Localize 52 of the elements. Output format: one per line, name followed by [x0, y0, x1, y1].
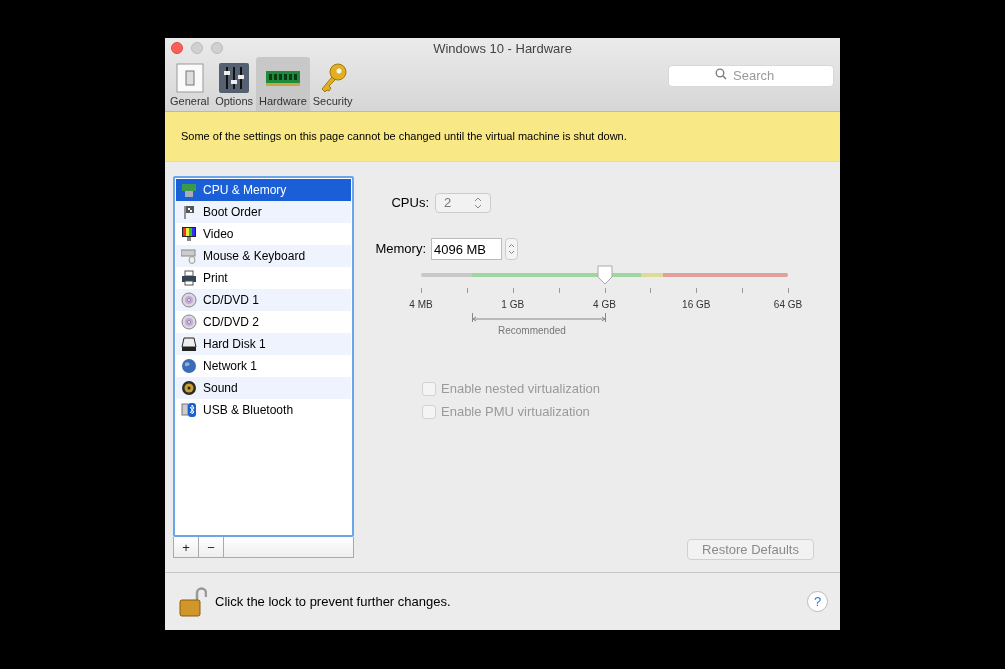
- speaker-icon: [181, 380, 197, 396]
- recommended-label: Recommended: [498, 324, 566, 338]
- flag-icon: [181, 204, 197, 220]
- toolbar-tab[interactable]: General: [167, 57, 213, 111]
- memory-slider[interactable]: [421, 265, 788, 285]
- toolbar-tab[interactable]: Security: [309, 57, 356, 111]
- device-list-item[interactable]: CPU & Memory: [176, 179, 351, 201]
- tick-label: 16 GB: [682, 298, 711, 312]
- disc-icon: [181, 314, 197, 330]
- search-icon: [715, 68, 727, 80]
- close-button[interactable]: [171, 42, 183, 54]
- window-title: Windows 10 - Hardware: [433, 40, 572, 58]
- tick-label: 1 GB: [501, 298, 525, 312]
- checkbox-label: Enable nested virtualization: [441, 380, 600, 399]
- memory-chip-icon: [181, 182, 197, 198]
- notice-text: Some of the settings on this page cannot be changed until the virtual machine is shut down.: [181, 129, 627, 145]
- tick-label: 4 MB: [409, 298, 433, 312]
- lock-message: Click the lock to prevent further changes.: [215, 592, 451, 611]
- zoom-button[interactable]: [211, 42, 223, 54]
- globe-icon: [181, 358, 197, 374]
- hard-disk-icon: [181, 336, 197, 352]
- memory-chip-icon: [265, 70, 300, 86]
- slider-thumb[interactable]: [595, 265, 614, 285]
- device-list-item[interactable]: Mouse & Keyboard: [176, 245, 351, 267]
- toolbar-tab[interactable]: Options: [212, 57, 257, 111]
- sliders-icon: [219, 63, 250, 93]
- device-list-item[interactable]: CD/DVD 1: [176, 289, 351, 311]
- device-list-item[interactable]: Hard Disk 1: [176, 333, 351, 355]
- tick-label: 4 GB: [593, 298, 616, 312]
- stepper-chevrons-icon: [474, 197, 482, 209]
- tick-label: 64 GB: [773, 298, 803, 312]
- disc-icon: [181, 292, 197, 308]
- unlocked-padlock-icon: [179, 586, 207, 617]
- toolbar-tab[interactable]: Hardware: [256, 57, 310, 111]
- switch-icon: [174, 63, 205, 93]
- stepper-chevrons-icon: [508, 243, 515, 255]
- usb-bluetooth-icon: [181, 402, 197, 418]
- checkbox-label: Enable PMU virtualization: [441, 403, 590, 422]
- memory-label: Memory:: [374, 240, 427, 259]
- search-field[interactable]: Search: [668, 64, 834, 87]
- device-list-item[interactable]: Sound: [176, 377, 351, 399]
- minimize-button[interactable]: [191, 42, 203, 54]
- remove-button[interactable]: −: [199, 537, 224, 557]
- memory-stepper[interactable]: [505, 238, 518, 260]
- help-button[interactable]: ?: [807, 591, 828, 612]
- keyboard-icon: [181, 248, 197, 264]
- add-button[interactable]: +: [174, 537, 199, 557]
- memory-field[interactable]: 4096 MB: [431, 238, 502, 260]
- device-list-item[interactable]: Boot Order: [176, 201, 351, 223]
- monitor-icon: [181, 226, 197, 242]
- printer-icon: [181, 270, 197, 286]
- cpus-label: CPUs:: [390, 194, 430, 213]
